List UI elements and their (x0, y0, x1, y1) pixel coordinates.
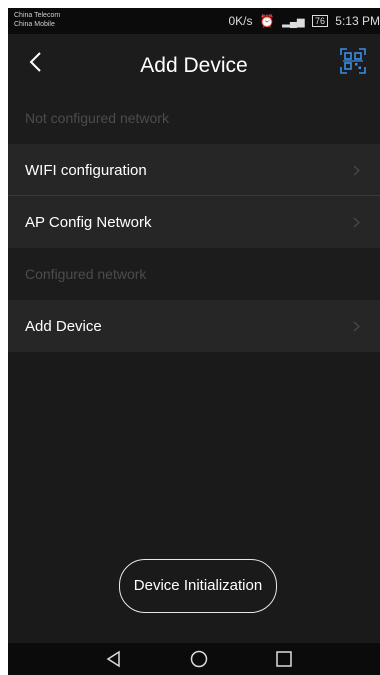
chevron-right-icon (353, 217, 360, 228)
chevron-right-icon (353, 165, 360, 176)
square-recents-icon[interactable] (274, 649, 294, 669)
section-configured: Configured network (8, 248, 380, 300)
carrier-2: China Mobile (14, 21, 55, 28)
section-not-configured: Not configured network (8, 92, 380, 144)
circle-home-icon[interactable] (189, 649, 209, 669)
system-nav-bar (8, 643, 380, 675)
ap-config-network-item[interactable]: AP Config Network (8, 196, 380, 248)
device-initialization-button[interactable]: Device Initialization (119, 559, 277, 613)
phone-screen: China Telecom China Mobile 0K/s ⏰ ▂▄▆ 76… (8, 8, 380, 675)
page-title: Add Device (140, 54, 248, 77)
carrier-names: China Telecom China Mobile (14, 11, 60, 29)
status-indicators: 0K/s ⏰ ▂▄▆ 76 5:13 PM (224, 14, 380, 28)
status-bar: China Telecom China Mobile 0K/s ⏰ ▂▄▆ 76… (8, 8, 380, 34)
item-label: Add Device (25, 318, 102, 335)
alarm-icon: ⏰ (259, 14, 275, 28)
carrier-1: China Telecom (14, 12, 61, 19)
clock: 5:13 PM (335, 14, 380, 28)
battery-indicator: 76 (311, 15, 328, 27)
item-label: AP Config Network (25, 214, 152, 231)
item-label: WIFI configuration (25, 162, 147, 179)
net-speed: 0K/s (228, 14, 253, 28)
app-header: Add Device (8, 34, 380, 92)
qr-scan-icon[interactable] (340, 48, 366, 74)
section-label: Not configured network (25, 110, 169, 126)
signal-icon: ▂▄▆ (282, 17, 305, 28)
section-label: Configured network (25, 266, 147, 282)
add-device-item[interactable]: Add Device (8, 300, 380, 352)
wifi-configuration-item[interactable]: WIFI configuration (8, 144, 380, 196)
chevron-right-icon (353, 321, 360, 332)
triangle-back-icon[interactable] (104, 649, 124, 669)
